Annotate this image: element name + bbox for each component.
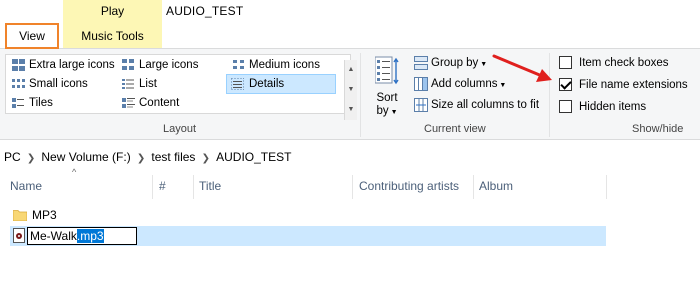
layout-large-icons[interactable]: Large icons: [119, 56, 198, 74]
group-separator: [360, 53, 361, 137]
breadcrumb-pc[interactable]: PC: [0, 147, 21, 167]
hidden-items-checkbox[interactable]: [559, 100, 572, 113]
sort-by-button[interactable]: Sort by ▼: [370, 53, 404, 121]
layout-medium-icons[interactable]: Medium icons: [229, 56, 320, 74]
content-icon: [122, 98, 135, 108]
tab-music-tools[interactable]: Music Tools: [63, 24, 162, 48]
hidden-items-toggle[interactable]: Hidden items: [558, 97, 646, 117]
layout-extra-large-icons[interactable]: Extra large icons: [9, 56, 115, 74]
rename-selected-extension: .mp3: [76, 229, 104, 243]
file-row-folder[interactable]: MP3: [10, 205, 606, 225]
column-divider[interactable]: [352, 175, 353, 199]
layout-group-label: Layout: [163, 123, 197, 135]
tab-play[interactable]: Play: [63, 0, 162, 22]
size-all-columns-button[interactable]: Size all columns to fit: [412, 95, 539, 115]
large-icons-icon: [122, 59, 134, 70]
file-row-audio[interactable]: Me-Walk.mp3: [10, 226, 606, 246]
scroll-down-icon[interactable]: ▼: [345, 80, 357, 100]
chevron-right-icon[interactable]: ❯: [134, 149, 148, 169]
chevron-right-icon[interactable]: ❯: [199, 149, 213, 169]
sort-label: Sort: [376, 92, 398, 104]
layout-item-label: Tiles: [29, 97, 53, 109]
chevron-right-icon[interactable]: ❯: [24, 149, 38, 169]
column-divider[interactable]: [193, 175, 194, 199]
list-icon: [122, 79, 134, 89]
column-divider[interactable]: [152, 175, 153, 199]
file-name-extensions-checkbox[interactable]: [559, 78, 572, 91]
size-all-columns-label: Size all columns to fit: [431, 99, 540, 111]
layout-small-icons[interactable]: Small icons: [9, 75, 88, 93]
column-divider[interactable]: [606, 175, 607, 199]
chevron-down-icon: ▼: [478, 61, 488, 68]
layout-item-label: Medium icons: [249, 59, 320, 71]
layout-item-label: Details: [249, 78, 285, 90]
layout-item-label: List: [139, 78, 157, 90]
breadcrumb-test-files[interactable]: test files: [151, 147, 195, 167]
hidden-items-label: Hidden items: [579, 101, 647, 113]
item-check-boxes-label: Item check boxes: [579, 57, 669, 69]
add-columns-label: Add columns: [431, 78, 498, 90]
layout-item-label: Extra large icons: [29, 59, 115, 71]
sort-by-label: by ▼: [376, 105, 398, 117]
breadcrumb: PC ❯ New Volume (F:) ❯ test files ❯ AUDI…: [0, 147, 700, 167]
layout-tiles[interactable]: Tiles: [9, 94, 53, 112]
file-name-extensions-toggle[interactable]: File name extensions: [558, 75, 688, 95]
column-header-number[interactable]: #: [156, 175, 166, 197]
layout-gallery-scrollbar[interactable]: ▲ ▼ ▼: [344, 60, 357, 120]
item-check-boxes-toggle[interactable]: Item check boxes: [558, 53, 668, 73]
rename-input[interactable]: Me-Walk.mp3: [27, 227, 137, 245]
folder-icon: [13, 210, 27, 221]
size-columns-icon: [414, 98, 428, 112]
tiles-icon: [12, 98, 24, 108]
tab-view[interactable]: View: [5, 23, 59, 49]
medium-icons-icon: [233, 60, 244, 69]
extra-large-icons-icon: [12, 59, 25, 71]
add-columns-icon: [414, 77, 428, 91]
layout-item-label: Large icons: [139, 59, 199, 71]
column-header-title[interactable]: Title: [196, 175, 221, 197]
item-check-boxes-checkbox[interactable]: [559, 56, 572, 69]
column-divider[interactable]: [473, 175, 474, 199]
file-name-extensions-label: File name extensions: [579, 79, 688, 91]
column-header-album[interactable]: Album: [476, 175, 513, 197]
group-by-icon: [414, 56, 428, 70]
rename-base-text: Me-Walk: [30, 229, 77, 243]
layout-item-label: Small icons: [29, 78, 88, 90]
window-title: AUDIO_TEST: [166, 4, 244, 18]
expand-gallery-icon[interactable]: ▼: [345, 100, 357, 120]
layout-details[interactable]: Details: [226, 74, 336, 94]
annotation-arrow-icon: [492, 54, 552, 82]
show-hide-group-label: Show/hide: [632, 123, 684, 135]
details-icon: [231, 78, 244, 90]
file-name: MP3: [32, 208, 57, 222]
column-header-contributing-artists[interactable]: Contributing artists: [356, 175, 459, 197]
group-by-label: Group by: [431, 57, 479, 69]
layout-gallery: Extra large icons Large icons Medium ico…: [5, 54, 357, 120]
ribbon: Extra large icons Large icons Medium ico…: [0, 48, 700, 140]
layout-item-label: Content: [139, 97, 180, 109]
group-by-button[interactable]: Group by ▼: [412, 53, 487, 73]
column-header-name[interactable]: Name: [7, 175, 42, 197]
column-header-row: Name # Title Contributing artists Album: [0, 175, 700, 199]
small-icons-icon: [12, 79, 25, 88]
layout-content[interactable]: Content: [119, 94, 179, 112]
layout-list[interactable]: List: [119, 75, 157, 93]
tab-strip: Play Music Tools AUDIO_TEST View: [0, 0, 700, 49]
audio-file-icon: [13, 228, 25, 243]
scroll-up-icon[interactable]: ▲: [345, 60, 357, 80]
current-view-group-label: Current view: [424, 123, 486, 135]
breadcrumb-audio-test[interactable]: AUDIO_TEST: [216, 147, 291, 167]
breadcrumb-new-volume[interactable]: New Volume (F:): [41, 147, 130, 167]
sort-by-icon: [374, 56, 399, 85]
